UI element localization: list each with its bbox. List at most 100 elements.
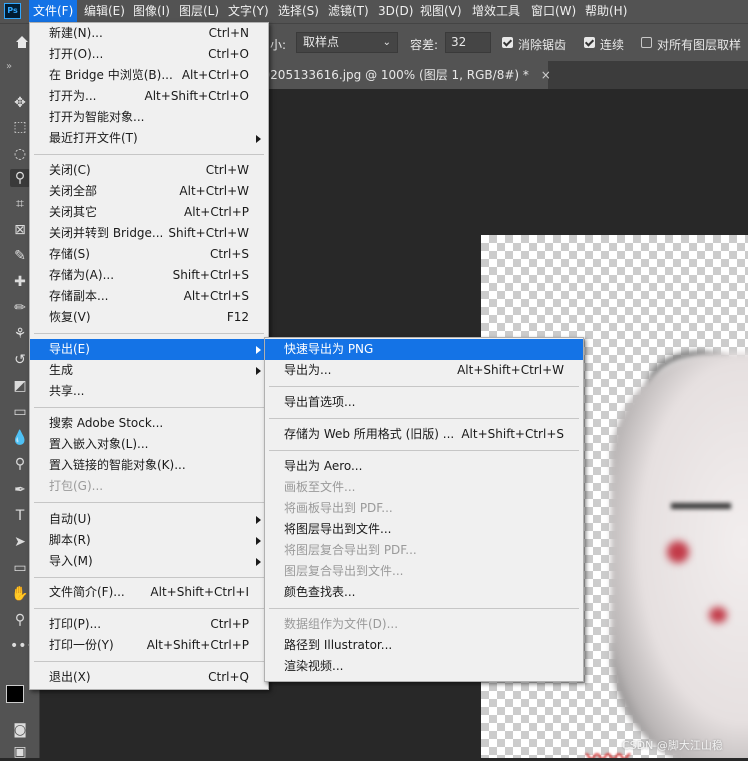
lasso-tool-icon[interactable]: ◌ (10, 145, 30, 163)
menu-item-print-one[interactable]: 打印一份(Y) Alt+Shift+Ctrl+P (30, 635, 268, 656)
menu-type[interactable]: 文字(Y) (224, 0, 273, 23)
menu-file[interactable]: 文件(F) (29, 0, 78, 23)
menu-item-save-copy[interactable]: 存储副本... Alt+Ctrl+S (30, 286, 268, 307)
menu-item-close-others[interactable]: 关闭其它 Alt+Ctrl+P (30, 202, 268, 223)
photoshop-logo-icon: Ps (4, 3, 21, 19)
menu-item-print[interactable]: 打印(P)... Ctrl+P (30, 614, 268, 635)
menu-item-open-smart-object[interactable]: 打开为智能对象... (30, 107, 268, 128)
menu-view[interactable]: 视图(V) (416, 0, 466, 23)
menu-item-color-lookup-tables[interactable]: 颜色查找表... (265, 582, 583, 603)
history-brush-tool-icon[interactable]: ↺ (10, 351, 30, 369)
menu-item-layers-to-files[interactable]: 将图层导出到文件... (265, 519, 583, 540)
menu-item-automate[interactable]: 自动(U) (30, 509, 268, 530)
menu-item-close[interactable]: 关闭(C) Ctrl+W (30, 160, 268, 181)
more-tools-icon[interactable]: ••• (10, 637, 35, 655)
menu-item-search-stock[interactable]: 搜索 Adobe Stock... (30, 413, 268, 434)
type-tool-icon[interactable]: T (10, 507, 30, 525)
menu-window[interactable]: 窗口(W) (527, 0, 580, 23)
menu-item-save-as[interactable]: 存储为(A)... Shift+Ctrl+S (30, 265, 268, 286)
menu-select[interactable]: 选择(S) (274, 0, 323, 23)
menu-item-open-as[interactable]: 打开为... Alt+Shift+Ctrl+O (30, 86, 268, 107)
menu-item-export-aero[interactable]: 导出为 Aero... (265, 456, 583, 477)
menu-item-label: 在 Bridge 中浏览(B)... (49, 68, 173, 82)
menu-separator (269, 418, 579, 419)
menu-item-export-preferences[interactable]: 导出首选项... (265, 392, 583, 413)
menu-item-label: 打包(G)... (49, 479, 104, 493)
frame-tool-icon[interactable]: ⊠ (10, 221, 30, 239)
menu-filter[interactable]: 滤镜(T) (324, 0, 373, 23)
menu-item-exit[interactable]: 退出(X) Ctrl+Q (30, 667, 268, 688)
menu-item-place-linked[interactable]: 置入链接的智能对象(K)... (30, 455, 268, 476)
brush-tool-icon[interactable]: ✏ (10, 299, 30, 317)
dodge-tool-icon[interactable]: ⚲ (10, 455, 30, 473)
menu-item-export[interactable]: 导出(E) (30, 339, 268, 360)
menu-separator (269, 608, 579, 609)
marquee-tool-icon[interactable]: ⬚ (10, 118, 30, 136)
anti-alias-checkbox[interactable] (502, 37, 513, 48)
menu-item-label: 存储(S) (49, 247, 90, 261)
sample-size-dropdown[interactable]: 取样点 ⌄ (296, 32, 398, 53)
menu-item-export-as[interactable]: 导出为... Alt+Shift+Ctrl+W (265, 360, 583, 381)
menu-item-share[interactable]: 共享... (30, 381, 268, 402)
menu-item-label: 颜色查找表... (284, 585, 356, 599)
menu-help[interactable]: 帮助(H) (581, 0, 631, 23)
menu-item-generate[interactable]: 生成 (30, 360, 268, 381)
menu-item-scripts[interactable]: 脚本(R) (30, 530, 268, 551)
pen-tool-icon[interactable]: ✒ (10, 481, 30, 499)
menu-layer[interactable]: 图层(L) (175, 0, 223, 23)
submenu-arrow-icon (256, 558, 261, 566)
menu-item-close-all[interactable]: 关闭全部 Alt+Ctrl+W (30, 181, 268, 202)
menu-separator (34, 407, 264, 408)
menu-item-file-info[interactable]: 文件简介(F)... Alt+Shift+Ctrl+I (30, 582, 268, 603)
menu-item-render-video[interactable]: 渲染视频... (265, 656, 583, 677)
crop-tool-icon[interactable]: ⌗ (10, 195, 30, 213)
menu-plugins[interactable]: 增效工具 (468, 0, 524, 23)
sample-size-value: 取样点 (303, 35, 340, 49)
collapse-icon[interactable]: » (6, 61, 12, 72)
quick-mask-icon[interactable]: ◙ (10, 721, 30, 739)
hand-tool-icon[interactable]: ✋ (10, 585, 30, 603)
menu-item-open[interactable]: 打开(O)... Ctrl+O (30, 44, 268, 65)
screen-mode-icon[interactable]: ▣ (10, 743, 30, 761)
menu-item-revert[interactable]: 恢复(V) F12 (30, 307, 268, 328)
menu-item-import[interactable]: 导入(M) (30, 551, 268, 572)
magic-wand-tool-icon[interactable]: ⚲ (10, 169, 30, 187)
document-tab[interactable]: 20250205133616.jpg @ 100% (图层 1, RGB/8#)… (228, 61, 551, 89)
all-layers-checkbox[interactable] (641, 37, 652, 48)
menu-item-close-go-bridge[interactable]: 关闭并转到 Bridge... Shift+Ctrl+W (30, 223, 268, 244)
menu-item-browse-bridge[interactable]: 在 Bridge 中浏览(B)... Alt+Ctrl+O (30, 65, 268, 86)
menu-edit[interactable]: 编辑(E) (80, 0, 129, 23)
menu-item-label: 关闭全部 (49, 184, 98, 198)
menu-item-label: 置入链接的智能对象(K)... (49, 458, 186, 472)
shape-tool-icon[interactable]: ▭ (10, 559, 30, 577)
menu-item-save-for-web[interactable]: 存储为 Web 所用格式 (旧版) ... Alt+Shift+Ctrl+S (265, 424, 583, 445)
contiguous-checkbox[interactable] (584, 37, 595, 48)
menu-item-paths-to-illustrator[interactable]: 路径到 Illustrator... (265, 635, 583, 656)
menu-item-label: 新建(N)... (49, 26, 103, 40)
blur-tool-icon[interactable]: 💧 (10, 429, 30, 447)
menu-item-shortcut: Shift+Ctrl+S (172, 268, 249, 282)
menu-3d[interactable]: 3D(D) (374, 0, 417, 23)
move-tool-icon[interactable]: ✥ (10, 94, 30, 112)
tolerance-input[interactable]: 32 (445, 32, 491, 53)
close-icon[interactable]: × (541, 68, 551, 82)
menu-item-recent-files[interactable]: 最近打开文件(T) (30, 128, 268, 149)
eraser-tool-icon[interactable]: ◩ (10, 377, 30, 395)
menu-separator (34, 577, 264, 578)
menu-item-new[interactable]: 新建(N)... Ctrl+N (30, 23, 268, 44)
menu-item-save[interactable]: 存储(S) Ctrl+S (30, 244, 268, 265)
path-selection-tool-icon[interactable]: ➤ (10, 533, 30, 551)
eyedropper-tool-icon[interactable]: ✎ (10, 247, 30, 265)
menu-item-shortcut: Ctrl+O (208, 47, 249, 61)
menu-item-label: 快速导出为 PNG (284, 342, 374, 356)
menu-item-place-embedded[interactable]: 置入嵌入对象(L)... (30, 434, 268, 455)
clone-stamp-tool-icon[interactable]: ⚘ (10, 325, 30, 343)
healing-brush-tool-icon[interactable]: ✚ (10, 273, 30, 291)
foreground-color-swatch[interactable] (6, 685, 24, 703)
gradient-tool-icon[interactable]: ▭ (10, 403, 30, 421)
menu-image[interactable]: 图像(I) (129, 0, 174, 23)
zoom-tool-icon[interactable]: ⚲ (10, 611, 30, 629)
menu-item-quick-export-png[interactable]: 快速导出为 PNG (265, 339, 583, 360)
menu-item-label: 图层复合导出到文件... (284, 564, 404, 578)
home-icon[interactable] (15, 35, 29, 49)
